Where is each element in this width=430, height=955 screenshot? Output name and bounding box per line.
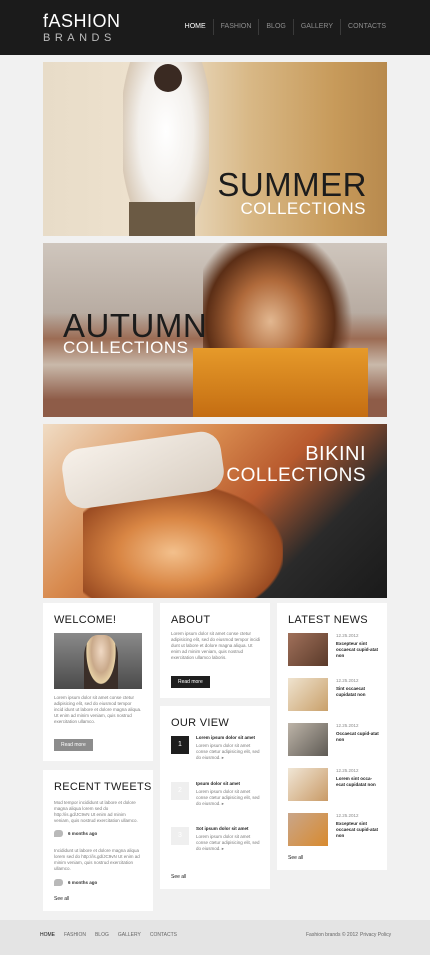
ourview-title: OUR VIEW	[171, 717, 230, 729]
news-item-title[interactable]: Excepteur sint occaecat cupid-atat non	[336, 641, 380, 659]
tweets-card: RECENT TWEETS Mod tempor incididunt ut l…	[43, 770, 153, 911]
ourview-item-title[interactable]: Ipsum dolor sit amet	[196, 781, 240, 786]
ourview-card: OUR VIEW 1 Lorem ipsum dolor sit amet Lo…	[160, 706, 270, 889]
footer-nav-blog[interactable]: BLOG	[95, 932, 109, 938]
banner-autumn-subtitle: COLLECTIONS	[63, 338, 189, 357]
nav-blog[interactable]: BLOG	[258, 19, 292, 35]
welcome-photo	[54, 633, 142, 689]
news-item-title[interactable]: Sint occaecat cupidatat non	[336, 686, 380, 698]
footer-nav: HOME FASHION BLOG GALLERY CONTACTS	[40, 932, 186, 938]
ourview-item-text: Lorem ipsum dolor sit amet conse ctetur …	[196, 789, 260, 806]
banner-bikini-title: BIKINI	[305, 443, 366, 465]
ourview-item-title[interactable]: Lorem ipsum dolor sit amet	[196, 735, 255, 740]
tweets-see-all-link[interactable]: See all	[54, 896, 69, 902]
twitter-icon	[54, 879, 63, 886]
tweet-time: 6 months ago	[68, 880, 98, 885]
banner-autumn[interactable]: AUTUMN COLLECTIONS	[43, 243, 387, 417]
ourview-see-all-link[interactable]: See all	[171, 874, 186, 880]
about-title: ABOUT	[171, 614, 211, 626]
banner-summer[interactable]: SUMMER COLLECTIONS	[43, 62, 387, 236]
news-title: LATEST NEWS	[288, 614, 368, 626]
ourview-number[interactable]: 2	[171, 782, 189, 800]
tweet-time: 6 months ago	[68, 831, 98, 836]
about-card: ABOUT Lorem ipsum dolor sit amet conse c…	[160, 603, 270, 698]
news-item-title[interactable]: Occaecat cupid-atat non	[336, 731, 380, 743]
news-see-all-link[interactable]: See all	[288, 855, 303, 861]
welcome-text: Lorem ipsum dolor sit amet conse ctetur …	[54, 695, 142, 724]
news-card: LATEST NEWS 12.25.2012 Excepteur sint oc…	[277, 603, 387, 870]
footer-nav-home[interactable]: HOME	[40, 932, 55, 938]
ourview-number[interactable]: 3	[171, 827, 189, 845]
banner-bikini-subtitle: COLLECTIONS	[226, 465, 366, 486]
banner-summer-model-pants	[129, 202, 195, 236]
nav-contacts[interactable]: CONTACTS	[340, 19, 393, 35]
footer-nav-fashion[interactable]: FASHION	[64, 932, 86, 938]
banner-summer-subtitle: COLLECTIONS	[240, 199, 366, 218]
welcome-title: WELCOME!	[54, 614, 117, 626]
footer-privacy-link[interactable]: Privacy Policy	[360, 932, 391, 938]
tweet-text: Mod tempor incididunt ut labore et dolor…	[54, 800, 138, 823]
welcome-read-more-button[interactable]: Read more	[54, 739, 93, 751]
news-item-title[interactable]: Excepteur sint occaecat cupid-atat non	[336, 821, 380, 839]
ourview-number[interactable]: 1	[171, 736, 189, 754]
ourview-item-title[interactable]: Sot ipsum dolor sit amet	[196, 826, 249, 831]
logo-line1: fASHION	[43, 11, 121, 31]
footer-nav-contacts[interactable]: CONTACTS	[150, 932, 177, 938]
about-text: Lorem ipsum dolor sit amet conse ctetur …	[171, 631, 261, 660]
news-date: 12.25.2012	[336, 768, 359, 773]
ourview-item-text: Lorem ipsum dolor sit amet conse ctetur …	[196, 743, 260, 760]
footer-nav-gallery[interactable]: GALLERY	[118, 932, 141, 938]
twitter-icon	[54, 830, 63, 837]
news-thumbnail[interactable]	[288, 813, 328, 846]
ourview-item-text: Lorem ipsum dolor sit amet conse ctetur …	[196, 834, 260, 851]
nav-fashion[interactable]: FASHION	[212, 19, 259, 35]
news-date: 12.25.2012	[336, 723, 359, 728]
logo[interactable]: fASHION BRANDS	[43, 12, 121, 44]
tweets-title: RECENT TWEETS	[54, 781, 152, 793]
header: fASHION BRANDS HOME FASHION BLOG GALLERY…	[0, 0, 430, 55]
news-date: 12.25.2012	[336, 678, 359, 683]
news-date: 12.25.2012	[336, 813, 359, 818]
news-thumbnail[interactable]	[288, 723, 328, 756]
footer: HOME FASHION BLOG GALLERY CONTACTS Fashi…	[0, 920, 430, 955]
about-read-more-button[interactable]: Read more	[171, 676, 210, 688]
news-thumbnail[interactable]	[288, 633, 328, 666]
banner-bikini[interactable]: BIKINI COLLECTIONS	[43, 424, 387, 598]
welcome-card: WELCOME! Lorem ipsum dolor sit amet cons…	[43, 603, 153, 761]
logo-line2: BRANDS	[43, 32, 116, 44]
banner-summer-model-head	[154, 64, 182, 92]
news-thumbnail[interactable]	[288, 678, 328, 711]
news-thumbnail[interactable]	[288, 768, 328, 801]
banner-autumn-model-coat	[193, 348, 368, 417]
footer-copyright: Fashion brands © 2012	[306, 932, 359, 938]
banner-summer-title: SUMMER	[217, 166, 367, 203]
nav-home[interactable]: HOME	[178, 19, 213, 35]
news-item-title[interactable]: Lorem sint occa-ecat cupidatat non	[336, 776, 380, 788]
nav-gallery[interactable]: GALLERY	[292, 19, 340, 35]
news-date: 12.25.2012	[336, 633, 359, 638]
main-nav: HOME FASHION BLOG GALLERY CONTACTS	[178, 19, 393, 35]
tweet-text: Incididunt ut labore et dolore magna ali…	[54, 848, 140, 871]
